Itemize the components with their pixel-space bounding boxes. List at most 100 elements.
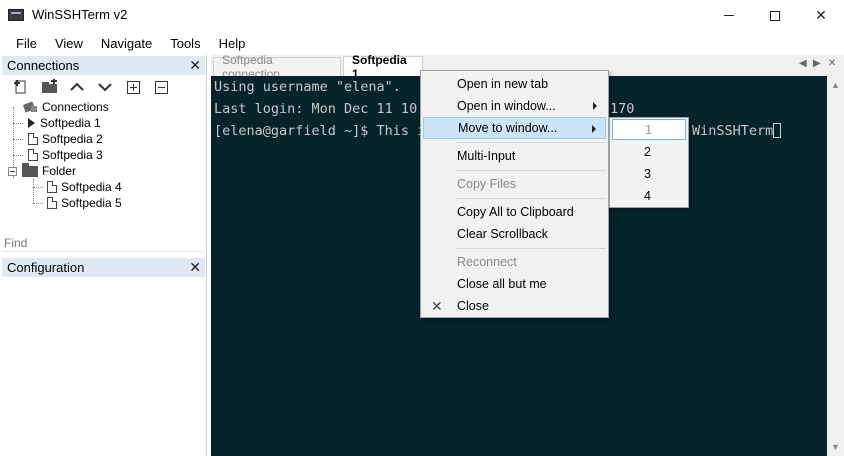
new-folder-button[interactable] — [38, 77, 60, 97]
tab-softpedia-1[interactable]: Softpedia 1 — [343, 53, 423, 81]
tree-item-label: Softpedia 5 — [61, 196, 122, 210]
move-up-button[interactable] — [66, 77, 88, 97]
menu-help[interactable]: Help — [210, 36, 255, 51]
tree-root[interactable]: Connections — [24, 99, 109, 115]
terminal-scrollbar[interactable]: ▲ ▼ — [827, 76, 844, 456]
tree-guide — [33, 203, 43, 204]
tree-root-label: Connections — [42, 100, 109, 114]
connection-icon — [47, 181, 57, 193]
move-to-window-submenu: 1 2 3 4 — [609, 117, 689, 208]
menu-close-all-but-me[interactable]: Close all but me — [423, 273, 606, 295]
tree-item-softpedia-4[interactable]: Softpedia 4 — [47, 179, 122, 195]
active-session-icon — [28, 118, 35, 128]
new-connection-button[interactable] — [10, 77, 32, 97]
scroll-up-icon[interactable]: ▲ — [831, 80, 840, 90]
collapse-all-icon — [154, 80, 168, 94]
submenu-window-2[interactable]: 2 — [612, 141, 686, 162]
new-connection-icon — [14, 80, 26, 94]
menu-label: Move to window... — [458, 121, 558, 135]
configuration-header: Configuration ✕ — [2, 258, 205, 277]
tab-scroll-left-icon[interactable]: ◀ — [799, 58, 807, 69]
submenu-arrow-icon — [592, 125, 596, 133]
connection-icon — [47, 197, 57, 209]
move-down-button[interactable] — [94, 77, 116, 97]
menu-move-to-window[interactable]: Move to window... — [423, 117, 606, 139]
configuration-title: Configuration — [7, 260, 85, 275]
app-icon — [8, 9, 24, 21]
tab-scroll-right-icon[interactable]: ▶ — [813, 58, 821, 69]
terminal-text: WinSSHTerm — [692, 123, 774, 139]
connections-toolbar — [10, 77, 172, 97]
menu-tools[interactable]: Tools — [161, 36, 209, 51]
close-window-button[interactable]: ✕ — [798, 0, 844, 31]
tab-context-menu: Open in new tab Open in window... Move t… — [420, 70, 609, 318]
tree-folder-label: Folder — [42, 164, 77, 178]
window-title: WinSSHTerm v2 — [32, 7, 128, 22]
terminal-line: [elena@garfield ~]$ This i — [214, 123, 426, 139]
maximize-button[interactable] — [752, 0, 798, 31]
tree-item-label: Softpedia 3 — [42, 148, 103, 162]
connection-icon — [28, 133, 38, 145]
expand-all-button[interactable] — [122, 77, 144, 97]
terminal-line: Last login: Mon Dec 11 10: — [214, 101, 426, 117]
menu-view[interactable]: View — [46, 36, 92, 51]
submenu-window-4[interactable]: 4 — [612, 185, 686, 206]
terminal-line-tail: 170 — [610, 101, 635, 117]
tree-item-label: Softpedia 1 — [40, 116, 101, 130]
close-connections-icon[interactable]: ✕ — [189, 57, 201, 74]
submenu-arrow-icon — [593, 102, 597, 110]
tree-guide — [13, 139, 23, 140]
minimize-button[interactable] — [706, 0, 752, 31]
tree-item-softpedia-5[interactable]: Softpedia 5 — [47, 195, 122, 211]
menu-navigate[interactable]: Navigate — [92, 36, 161, 51]
terminal-line-tail: WinSSHTerm — [692, 123, 782, 139]
collapse-all-button[interactable] — [150, 77, 172, 97]
menu-label: Close — [457, 299, 489, 313]
move-down-icon — [98, 83, 112, 92]
scroll-down-icon[interactable]: ▼ — [831, 442, 840, 452]
submenu-window-1[interactable]: 1 — [612, 119, 686, 140]
terminal-cursor — [773, 123, 782, 138]
menu-reconnect[interactable]: Reconnect — [423, 251, 606, 273]
expand-all-icon — [126, 80, 140, 94]
title-bar: WinSSHTerm v2 ✕ — [0, 0, 844, 31]
connection-icon — [28, 149, 38, 161]
collapse-toggle-icon[interactable] — [8, 166, 17, 176]
tree-guide — [13, 123, 23, 124]
tab-softpedia-connection[interactable]: Softpedia connection — [213, 53, 341, 81]
tree-folder[interactable]: Folder — [8, 162, 77, 179]
menu-open-in-window[interactable]: Open in window... — [423, 95, 606, 117]
find-input[interactable] — [2, 235, 203, 252]
left-pane: Connections ✕ Connections Softpedia 1 So… — [0, 55, 207, 456]
new-folder-icon — [42, 79, 57, 93]
maximize-icon — [770, 10, 780, 21]
menu-separator — [455, 142, 606, 143]
tree-item-softpedia-2[interactable]: Softpedia 2 — [28, 131, 103, 147]
close-tab-icon[interactable]: ✕ — [828, 58, 836, 69]
minimize-icon — [724, 15, 734, 16]
tree-item-softpedia-1[interactable]: Softpedia 1 — [26, 115, 101, 131]
close-configuration-icon[interactable]: ✕ — [189, 259, 201, 276]
menu-bar: File View Navigate Tools Help — [0, 31, 844, 55]
menu-copy-files[interactable]: Copy Files — [423, 173, 606, 195]
connections-title: Connections — [7, 58, 80, 73]
menu-clear-scrollback[interactable]: Clear Scrollback — [423, 223, 606, 245]
menu-open-in-new-tab[interactable]: Open in new tab — [423, 73, 606, 95]
submenu-window-3[interactable]: 3 — [612, 163, 686, 184]
menu-copy-all-to-clipboard[interactable]: Copy All to Clipboard — [423, 201, 606, 223]
menu-close[interactable]: ✕ Close — [423, 295, 606, 317]
close-icon: ✕ — [815, 7, 827, 23]
menu-file[interactable]: File — [7, 36, 46, 51]
connections-root-icon — [24, 101, 38, 113]
tree-guide — [33, 179, 34, 203]
tree-item-softpedia-3[interactable]: Softpedia 3 — [28, 147, 103, 163]
tree-guide — [33, 187, 43, 188]
connections-header: Connections ✕ — [2, 56, 205, 75]
terminal-line: Using username "elena". — [214, 79, 401, 95]
folder-icon — [22, 162, 38, 177]
tree-item-label: Softpedia 4 — [61, 180, 122, 194]
menu-separator — [455, 248, 606, 249]
close-icon: ✕ — [431, 298, 443, 314]
tree-item-label: Softpedia 2 — [42, 132, 103, 146]
menu-multi-input[interactable]: Multi-Input — [423, 145, 606, 167]
